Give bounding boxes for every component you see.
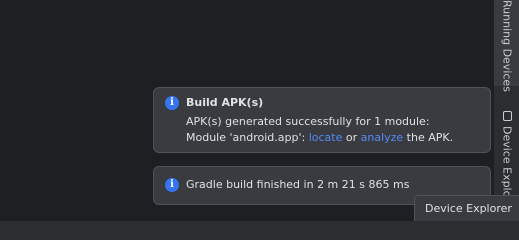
running-devices-button[interactable]: Running Devices bbox=[494, 0, 519, 92]
info-icon: i bbox=[165, 96, 179, 110]
apk-text: the APK. bbox=[403, 131, 454, 144]
right-tool-window-strip: Running Devices Device Explorer bbox=[493, 0, 519, 221]
locate-link[interactable]: locate bbox=[309, 131, 343, 144]
build-apk-notification[interactable]: i Build APK(s) APK(s) generated successf… bbox=[153, 87, 491, 153]
module-text: Module 'android.app': bbox=[186, 131, 309, 144]
notification-module-line: Module 'android.app': locate or analyze … bbox=[186, 131, 453, 144]
info-icon: i bbox=[165, 178, 179, 192]
or-text: or bbox=[342, 131, 361, 144]
gradle-build-message: Gradle build finished in 2 m 21 s 865 ms bbox=[186, 178, 410, 191]
notification-message: APK(s) generated successfully for 1 modu… bbox=[186, 115, 430, 128]
notification-title: Build APK(s) bbox=[186, 96, 264, 109]
analyze-link[interactable]: analyze bbox=[361, 131, 404, 144]
device-explorer-tooltip: Device Explorer bbox=[414, 195, 519, 221]
device-explorer-icon bbox=[502, 111, 512, 121]
device-explorer-button[interactable]: Device Explorer bbox=[494, 104, 519, 213]
tooltip-text: Device Explorer bbox=[425, 202, 512, 215]
running-devices-label: Running Devices bbox=[500, 0, 514, 92]
